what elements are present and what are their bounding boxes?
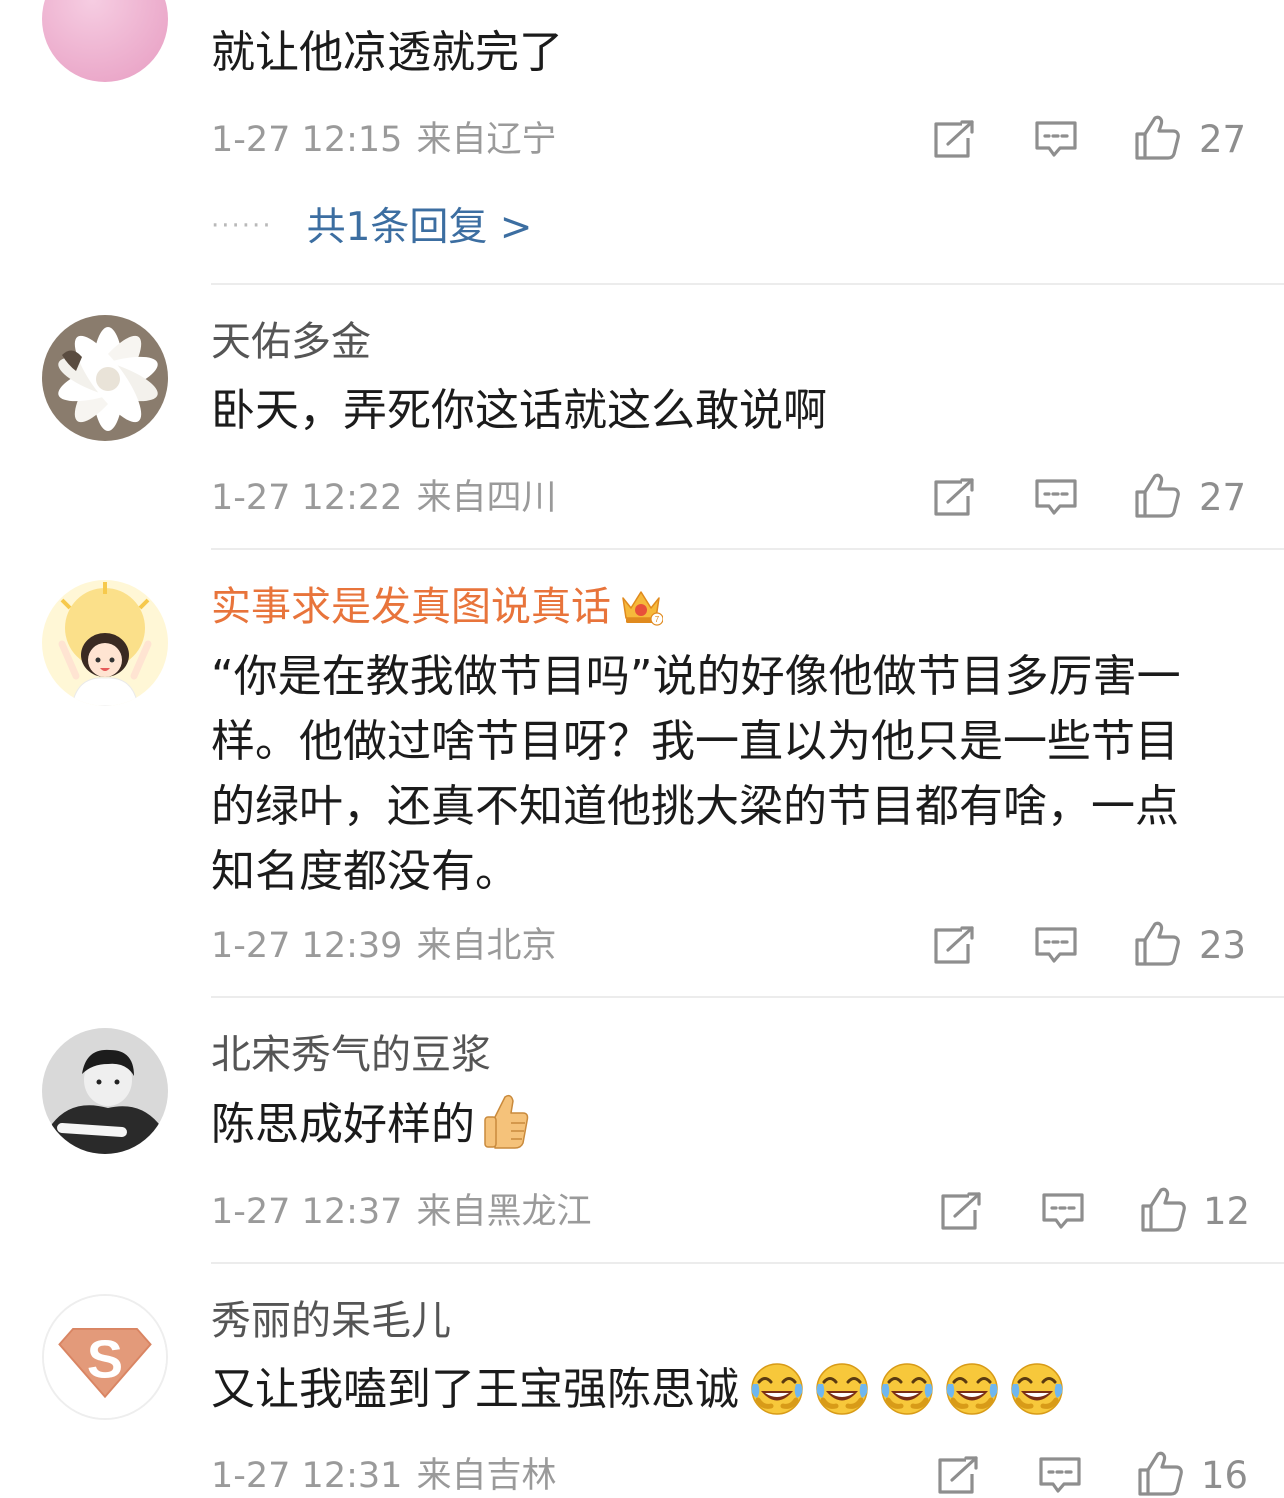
divider bbox=[211, 996, 1284, 998]
repost-icon[interactable] bbox=[932, 926, 976, 966]
thumb-up-icon[interactable] bbox=[1136, 1450, 1184, 1498]
crown-icon: 7 bbox=[619, 586, 664, 637]
comment-text-line: 的绿叶，还真不知道他挑大梁的节目都有啥，一点 bbox=[211, 781, 1179, 832]
comment-text: 卧天，弄死你这话就这么敢说啊 bbox=[211, 385, 827, 436]
comment-text: 又让我嗑到了王宝强陈思诚 bbox=[211, 1357, 1241, 1434]
comment-location: 来自辽宁 bbox=[416, 120, 557, 160]
comment-icon[interactable] bbox=[1038, 1456, 1082, 1496]
comment-text: 陈思成好样的 bbox=[211, 1092, 1241, 1169]
comment-icon[interactable] bbox=[1034, 926, 1078, 966]
comment-time: 1-27 12:15 bbox=[211, 120, 403, 160]
like-count: 27 bbox=[1199, 118, 1247, 161]
avatar[interactable] bbox=[42, 1028, 168, 1154]
comment-text-line: 样。他做过啥节目呀？我一直以为他只是一些节目 bbox=[211, 716, 1179, 767]
repost-icon[interactable] bbox=[932, 478, 976, 518]
comment-location: 来自吉林 bbox=[416, 1456, 557, 1496]
comment-text-line: 知名度都没有。 bbox=[211, 846, 519, 897]
username[interactable]: 秀丽的呆毛儿 bbox=[211, 1297, 451, 1345]
laughing-crying-emoji bbox=[749, 1360, 805, 1434]
username[interactable]: 北宋秀气的豆浆 bbox=[211, 1031, 491, 1079]
avatar[interactable]: S bbox=[42, 1294, 168, 1420]
comment-location: 来自北京 bbox=[416, 926, 557, 966]
thumb-up-icon[interactable] bbox=[1139, 1186, 1187, 1234]
comment-text: 就让他凉透就完了 bbox=[211, 27, 563, 78]
comment-text-body: 陈思成好样的 bbox=[211, 1099, 475, 1150]
svg-text:S: S bbox=[87, 1329, 123, 1389]
comment-meta: 1-27 12:22 来自四川 bbox=[211, 476, 556, 520]
laughing-crying-emoji bbox=[879, 1360, 935, 1434]
laughing-crying-emoji bbox=[944, 1360, 1000, 1434]
comment-time: 1-27 12:37 bbox=[211, 1192, 403, 1232]
replies-row[interactable]: ······ 共1条回复 > bbox=[211, 202, 532, 252]
repost-icon[interactable] bbox=[939, 1192, 983, 1232]
comment-location: 来自黑龙江 bbox=[416, 1192, 592, 1232]
view-replies-link[interactable]: 共1条回复 > bbox=[307, 205, 533, 250]
comment-time: 1-27 12:22 bbox=[211, 478, 403, 518]
comment-meta: 1-27 12:31 来自吉林 bbox=[211, 1454, 556, 1498]
like-count: 16 bbox=[1201, 1454, 1249, 1497]
repost-icon[interactable] bbox=[932, 120, 976, 160]
username[interactable]: 天佑多金 bbox=[211, 318, 371, 366]
comment-meta: 1-27 12:39 来自北京 bbox=[211, 924, 556, 968]
like-count: 27 bbox=[1199, 476, 1247, 519]
comment-text-body: 又让我嗑到了王宝强陈思诚 bbox=[211, 1364, 739, 1415]
thumbs-up-emoji bbox=[481, 1093, 531, 1169]
comment-icon[interactable] bbox=[1034, 120, 1078, 160]
username-text[interactable]: 实事求是发真图说真话 bbox=[211, 584, 611, 630]
comment-icon[interactable] bbox=[1041, 1192, 1085, 1232]
like-count: 12 bbox=[1203, 1190, 1251, 1233]
svg-text:7: 7 bbox=[655, 615, 660, 624]
comment-location: 来自四川 bbox=[416, 478, 557, 518]
divider bbox=[211, 548, 1284, 550]
thumb-up-icon[interactable] bbox=[1133, 472, 1181, 520]
comment-time: 1-27 12:39 bbox=[211, 926, 403, 966]
like-count: 23 bbox=[1199, 924, 1247, 967]
comment-text-line: “你是在教我做节目吗”说的好像他做节目多厉害一 bbox=[211, 651, 1181, 702]
comment-icon[interactable] bbox=[1034, 478, 1078, 518]
ellipsis: ······ bbox=[211, 211, 273, 241]
thumb-up-icon[interactable] bbox=[1133, 920, 1181, 968]
comment-text: “你是在教我做节目吗”说的好像他做节目多厉害一 样。他做过啥节目呀？我一直以为他… bbox=[211, 644, 1241, 904]
divider bbox=[211, 1262, 1284, 1264]
laughing-crying-emoji bbox=[814, 1360, 870, 1434]
comment-meta: 1-27 12:15 来自辽宁 bbox=[211, 118, 556, 162]
comment-time: 1-27 12:31 bbox=[211, 1456, 403, 1496]
avatar[interactable] bbox=[42, 0, 168, 82]
username-vip[interactable]: 实事求是发真图说真话 7 bbox=[211, 583, 664, 637]
repost-icon[interactable] bbox=[936, 1456, 980, 1496]
comment-meta: 1-27 12:37 来自黑龙江 bbox=[211, 1190, 591, 1234]
avatar[interactable] bbox=[42, 315, 168, 441]
thumb-up-icon[interactable] bbox=[1133, 114, 1181, 162]
divider bbox=[211, 283, 1284, 285]
laughing-crying-emoji bbox=[1009, 1360, 1065, 1434]
avatar[interactable] bbox=[42, 580, 168, 706]
